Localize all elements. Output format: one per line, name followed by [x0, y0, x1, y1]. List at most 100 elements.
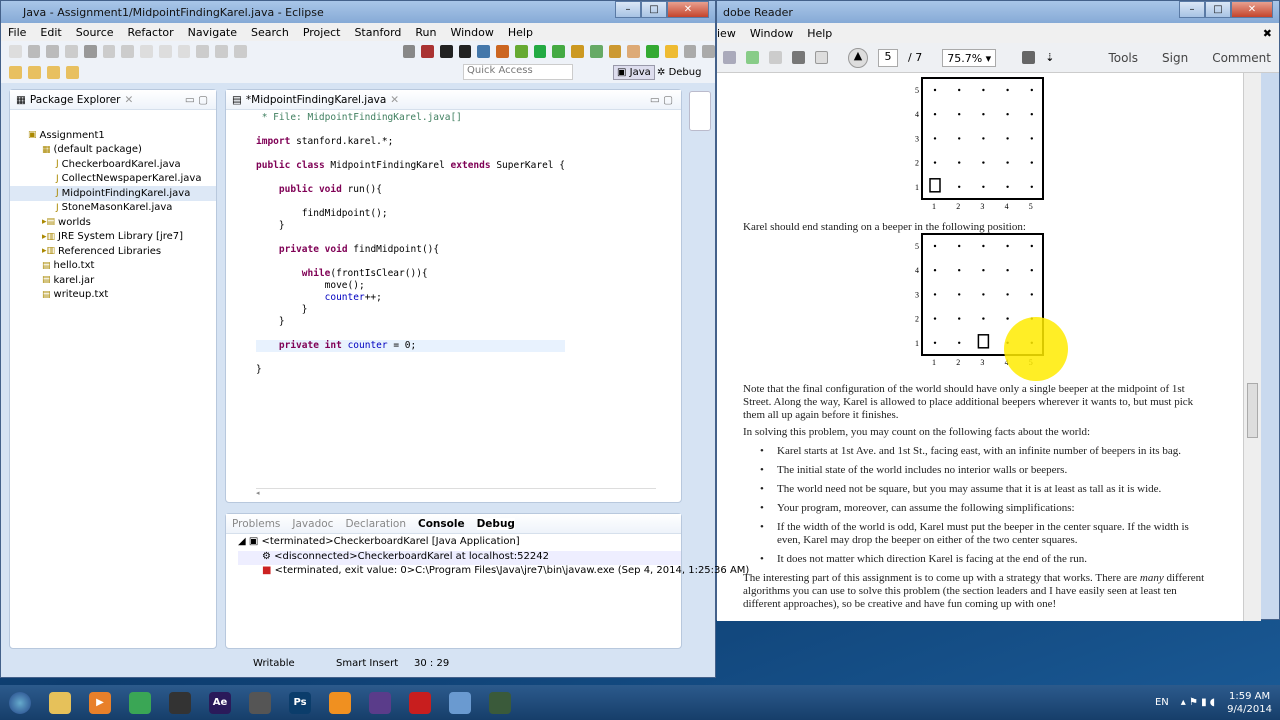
toolbar-button-icon[interactable]	[458, 44, 472, 58]
language-indicator[interactable]: EN	[1155, 697, 1169, 708]
taskbar-adobe-reader[interactable]	[400, 687, 440, 719]
tab-declaration[interactable]: Declaration	[345, 518, 406, 530]
tree-item[interactable]: ▸▤ worlds	[10, 215, 216, 230]
toolbar-button-icon[interactable]	[158, 44, 172, 58]
taskbar-chrome[interactable]	[120, 687, 160, 719]
sign-button[interactable]: Sign	[1162, 51, 1188, 65]
toolbar-button-icon[interactable]	[65, 44, 78, 58]
cloud-upload-icon[interactable]	[746, 51, 759, 64]
tree-item[interactable]: J StoneMasonKarel.java	[10, 201, 216, 216]
code-text[interactable]: * File: MidpointFindingKarel.java[] impor…	[256, 112, 565, 376]
perspective-java[interactable]: ▣ Java	[613, 64, 655, 80]
menu-help[interactable]: Help	[501, 26, 540, 39]
toolbar-button-icon[interactable]	[664, 44, 678, 58]
toolbar-button-icon[interactable]	[233, 44, 247, 58]
taskbar-paint[interactable]	[440, 687, 480, 719]
perspective-debug[interactable]: ✲ Debug	[657, 67, 701, 78]
right-minimized-stack[interactable]	[689, 91, 711, 131]
debug-target-item[interactable]: ⚙ <disconnected>CheckerboardKarel at loc…	[238, 550, 681, 565]
toolbar-button-icon[interactable]	[440, 44, 453, 58]
tree-item[interactable]: ▤ hello.txt	[10, 259, 216, 274]
fullscreen-icon[interactable]	[1022, 51, 1036, 64]
tab-debug[interactable]: Debug	[476, 517, 515, 530]
minimize-button[interactable]: –	[615, 1, 641, 18]
minimize-button[interactable]: –	[1179, 1, 1205, 18]
debug-process-item[interactable]: ■ <terminated, exit value: 0>C:\Program …	[238, 565, 749, 580]
tree-item[interactable]: ▤ karel.jar	[10, 273, 216, 288]
taskbar-steam[interactable]	[160, 687, 200, 719]
start-button[interactable]	[0, 687, 40, 719]
tree-item[interactable]: J MidpointFindingKarel.java	[10, 186, 216, 201]
maximize-button[interactable]: □	[1205, 1, 1231, 18]
menu-view[interactable]: iew	[717, 27, 743, 40]
toolbar-button-icon[interactable]	[421, 44, 435, 58]
toolbar-button-icon[interactable]	[27, 44, 41, 58]
tray-icons[interactable]: ▴ ⚑ ▮ ◖	[1181, 697, 1215, 708]
tree-item[interactable]: ▸▥ JRE System Library [jre7]	[10, 230, 216, 245]
taskbar-explorer[interactable]	[40, 687, 80, 719]
toolbar-button-icon[interactable]	[9, 44, 22, 58]
tree-item[interactable]: J CheckerboardKarel.java	[10, 157, 216, 172]
taskbar-photoshop[interactable]: Ps	[280, 687, 320, 719]
tree-item[interactable]: ▸▥ Referenced Libraries	[10, 244, 216, 259]
menu-project[interactable]: Project	[296, 26, 348, 39]
comment-button[interactable]: Comment	[1212, 51, 1271, 65]
taskbar-orange-app[interactable]	[320, 687, 360, 719]
menu-edit[interactable]: Edit	[33, 26, 68, 39]
toolbar-button-icon[interactable]	[514, 44, 528, 58]
menu-stanford[interactable]: Stanford	[347, 26, 408, 39]
toolbar-button-icon[interactable]	[83, 44, 97, 58]
close-button[interactable]: ✕	[667, 1, 709, 18]
toolbar-button-icon[interactable]	[683, 44, 697, 58]
maximize-button[interactable]: □	[641, 1, 667, 18]
nav-icon[interactable]	[28, 65, 41, 79]
toolbar-button-icon[interactable]	[140, 44, 153, 58]
debug-launch-item[interactable]: ◢ ▣ <terminated>CheckerboardKarel [Java …	[238, 536, 681, 551]
menu-source[interactable]: Source	[69, 26, 121, 39]
toolbar-button-icon[interactable]	[102, 44, 116, 58]
tools-button[interactable]: Tools	[1108, 51, 1138, 65]
toolbar-button-icon[interactable]	[646, 44, 659, 58]
toolbar-button-icon[interactable]	[402, 44, 416, 58]
tab-console[interactable]: Console	[418, 518, 465, 530]
toolbar-button-icon[interactable]	[196, 44, 210, 58]
clock[interactable]: 1:59 AM 9/4/2014	[1227, 690, 1272, 716]
toolbar-button-icon[interactable]	[589, 44, 603, 58]
quick-access-input[interactable]: Quick Access	[463, 64, 573, 80]
toolbar-button-icon[interactable]	[702, 44, 716, 58]
menu-help[interactable]: Help	[800, 27, 839, 40]
horizontal-scrollbar[interactable]: ◂	[256, 488, 656, 497]
nav-icon[interactable]	[9, 65, 22, 79]
menu-refactor[interactable]: Refactor	[121, 26, 181, 39]
tab-problems[interactable]: Problems	[232, 518, 280, 530]
minimize-maximize-icons[interactable]: ▭ ▢	[650, 94, 673, 106]
print-icon[interactable]	[792, 51, 805, 64]
tree-item[interactable]: ▦ (default package)	[10, 143, 216, 158]
menu-window[interactable]: Window	[443, 26, 500, 39]
forward-icon[interactable]	[66, 65, 79, 79]
menu-run[interactable]: Run	[408, 26, 443, 39]
toolbar-button-icon[interactable]	[46, 44, 60, 58]
page-number-input[interactable]: 5	[878, 48, 898, 67]
taskbar-media-player[interactable]: ▶	[80, 687, 120, 719]
menu-navigate[interactable]: Navigate	[181, 26, 244, 39]
back-icon[interactable]	[47, 65, 60, 79]
tab-package-explorer[interactable]: ▦ Package Explorer ✕ ▭ ▢	[10, 90, 216, 110]
taskbar-after-effects[interactable]: Ae	[200, 687, 240, 719]
toolbar-button-icon[interactable]	[608, 44, 622, 58]
tree-item[interactable]: J CollectNewspaperKarel.java	[10, 172, 216, 187]
toolbar-button-icon[interactable]	[121, 44, 135, 58]
close-icon[interactable]: ✕	[125, 94, 134, 106]
toolbar-button-icon[interactable]	[496, 44, 509, 58]
tree-item[interactable]: ▣ Assignment1	[10, 128, 216, 143]
tree-item[interactable]: ▤ writeup.txt	[10, 288, 216, 303]
menu-file[interactable]: File	[1, 26, 33, 39]
zoom-select[interactable]: 75.7% ▾	[942, 48, 997, 67]
edit-icon[interactable]	[723, 51, 736, 64]
close-doc-icon[interactable]: ✖	[1256, 27, 1279, 40]
taskbar-eclipse[interactable]	[360, 687, 400, 719]
menu-search[interactable]: Search	[244, 26, 296, 39]
email-icon[interactable]	[815, 51, 828, 64]
toolbar-dropdown-icon[interactable]: ⇣	[1045, 51, 1054, 64]
save-icon[interactable]	[769, 51, 782, 64]
